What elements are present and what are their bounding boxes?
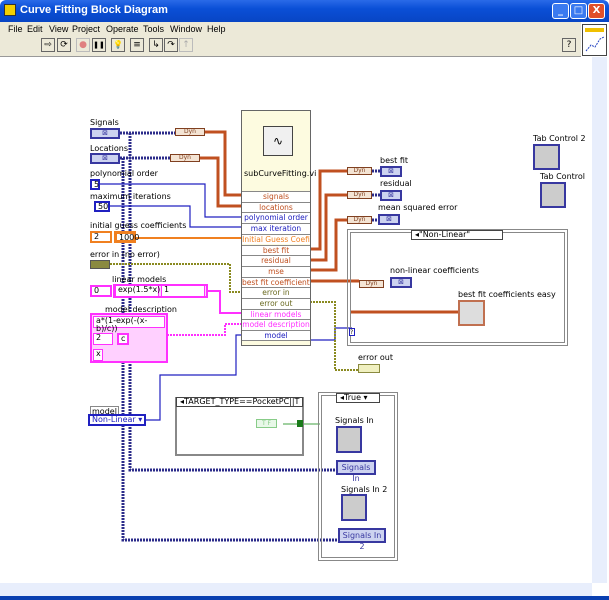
tab-control-terminal[interactable] [540, 182, 566, 208]
residual-indicator[interactable]: ⊠ [380, 190, 402, 201]
tab-control-label: Tab Control [540, 172, 586, 181]
wire-dyn-locations [200, 156, 241, 208]
case-selector-true-value: True [344, 393, 362, 402]
signals-in-2-graph-icon[interactable] [341, 494, 367, 521]
tab-control-2-label: Tab Control 2 [533, 134, 586, 143]
model-variable[interactable]: x [93, 349, 103, 361]
best-fit-label: best fit [380, 156, 409, 165]
conditional-selector-value: TARGET_TYPE==PocketPC||T [184, 397, 300, 406]
signals-label: Signals [90, 118, 119, 127]
best-fit-indicator[interactable]: ⊠ [380, 166, 402, 177]
signals-in-graph-icon[interactable] [336, 426, 362, 453]
error-in-cluster[interactable] [90, 260, 110, 269]
max-iterations-label: maximum iterations [90, 192, 171, 201]
residual-label: residual [380, 179, 412, 188]
tab-control-2-terminal[interactable] [533, 144, 560, 170]
signals-control-terminal[interactable]: ⊠ [90, 128, 120, 139]
best-fit-easy-label: best fit coefficients easy [458, 290, 556, 299]
wire-mse [310, 218, 347, 272]
linear-models-index[interactable]: 0 [90, 285, 112, 297]
model-parameter-index[interactable]: 2 [93, 333, 113, 345]
conditional-selector[interactable]: ◂TARGET_TYPE==PocketPC||T [176, 397, 303, 407]
signals-in-2-graph-label: Signals In 2 [341, 485, 388, 494]
error-in-label: error in (no error) [90, 250, 160, 259]
horizontal-scrollbar[interactable] [0, 583, 592, 597]
model-enum-control[interactable]: Non-Linear ▾ [88, 414, 146, 426]
case-selector-true[interactable]: ◂True ▾ [336, 393, 380, 403]
convert-to-dynamic-data-locations[interactable]: Dyn [170, 154, 200, 162]
mse-indicator[interactable]: ⊠ [378, 214, 400, 225]
convert-from-dynamic-data-mse[interactable]: Dyn [347, 216, 372, 224]
wire-dyn-signals [205, 130, 241, 197]
window-border [0, 596, 609, 600]
wire-model-description [167, 323, 241, 336]
boolean-constant[interactable]: T F [256, 419, 277, 428]
terminal-best-fit-coefficients[interactable]: best fit coefficients [242, 276, 310, 288]
curve-fit-icon: ∿ [263, 126, 293, 156]
initial-guess-index[interactable]: 2 [90, 231, 112, 243]
model-formula[interactable]: a*(1-exp(-(x-b)/c)) [93, 316, 165, 333]
best-fit-easy-indicator[interactable] [458, 300, 485, 326]
terminal-error-in[interactable]: error in [242, 287, 310, 298]
polynomial-order-constant[interactable]: 5 [90, 179, 100, 190]
max-iterations-constant[interactable]: 50 [94, 201, 110, 212]
terminal-best-fit[interactable]: best fit [242, 244, 310, 256]
convert-from-dynamic-data-residual[interactable]: Dyn [347, 191, 372, 199]
model-enum-value: Non-Linear [92, 415, 136, 424]
case-structure-model[interactable] [347, 229, 568, 346]
convert-to-dynamic-data-signals[interactable]: Dyn [175, 128, 205, 136]
nonlinear-coefficients-indicator[interactable]: ⊠ [390, 277, 412, 288]
output-tunnel [297, 420, 303, 427]
initial-guess-label: initial guess coefficients [90, 221, 187, 230]
model-parameter[interactable]: c [117, 333, 129, 345]
subvi-name: subCurveFitting.vi [244, 169, 317, 178]
nonlinear-coefficients-label: non-linear coefficients [390, 266, 479, 275]
terminal-model[interactable]: model [242, 330, 310, 341]
terminal-model-description[interactable]: model description [242, 319, 310, 331]
case-selector-terminal: ? [349, 328, 355, 336]
initial-guess-value[interactable]: 1000 [114, 231, 139, 243]
wire-best-fit [310, 169, 347, 251]
terminal-polynomial-order[interactable]: polynomial order [242, 212, 310, 224]
polynomial-order-label: polynomial order [90, 169, 158, 178]
signals-in-terminal[interactable]: Signals In [336, 460, 376, 483]
case-selector-value: "Non-Linear" [419, 230, 471, 239]
terminal-error-out[interactable]: error out [242, 298, 310, 309]
signals-in-graph-label: Signals In [335, 416, 374, 425]
vertical-scrollbar[interactable] [592, 57, 607, 583]
locations-control-terminal[interactable]: ⊠ [90, 153, 120, 164]
linear-models-element-2[interactable]: 1 [161, 285, 205, 297]
convert-from-dynamic-data-best-fit[interactable]: Dyn [347, 167, 372, 175]
mse-label: mean squared error [378, 203, 458, 212]
error-out-indicator[interactable] [358, 364, 380, 373]
terminal-mse[interactable]: mse [242, 265, 310, 277]
terminal-linear-models[interactable]: linear models [242, 308, 310, 320]
locations-label: Locations [90, 144, 129, 153]
wire-model-to-case [310, 327, 352, 341]
subvi-curve-fitting[interactable]: ∿ subCurveFitting.vi signals locations p… [241, 110, 317, 346]
terminal-initial-guess[interactable]: Initial Guess Coefi [242, 233, 310, 245]
terminal-signals[interactable]: signals [242, 191, 310, 202]
terminal-residual[interactable]: residual [242, 255, 310, 266]
signals-in-2-terminal[interactable]: Signals In 2 [338, 528, 386, 551]
error-out-label: error out [358, 353, 394, 362]
linear-models-element-1[interactable]: exp(1.5*x) [115, 285, 160, 297]
terminal-locations[interactable]: locations [242, 201, 310, 213]
wire-linear-models [207, 290, 241, 314]
linear-models-label: linear models [112, 275, 167, 284]
terminal-max-iteration[interactable]: max iteration [242, 223, 310, 234]
case-selector-model[interactable]: ◂"Non-Linear" [411, 230, 503, 240]
